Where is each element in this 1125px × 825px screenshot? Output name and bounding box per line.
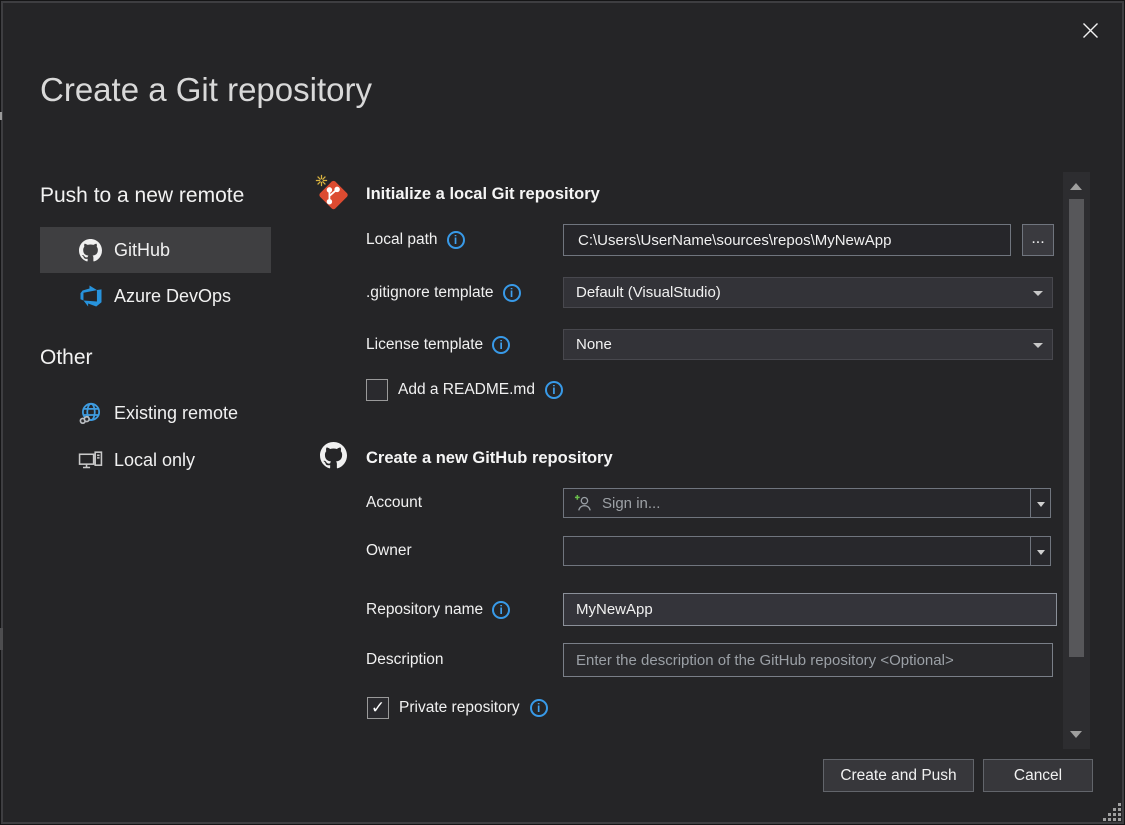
readme-checkbox[interactable] [366,379,388,401]
private-repository-checkbox[interactable]: ✓ [367,697,389,719]
sidebar-item-label: GitHub [114,240,170,261]
local-path-input[interactable] [563,224,1011,256]
dialog-surface: Create a Git repository Push to a new re… [1,1,1124,824]
resize-grip[interactable] [1103,802,1125,822]
description-label: Description [366,643,444,677]
chevron-down-icon [1033,291,1043,296]
scroll-down-icon[interactable] [1070,731,1082,738]
private-repository-row: ✓ Private repository i [367,697,548,719]
cancel-button[interactable]: Cancel [983,759,1093,792]
info-icon[interactable]: i [492,336,510,354]
sidebar-item-existing-remote[interactable]: Existing remote [40,391,271,435]
repository-name-label: Repository name i [366,593,510,626]
gitignore-template-label: .gitignore template i [366,277,521,308]
info-icon[interactable]: i [530,699,548,717]
sidebar-item-local-only[interactable]: Local only [40,438,271,482]
close-icon [1082,22,1099,39]
git-repository-icon [314,172,354,216]
other-heading: Other [40,346,93,370]
info-icon[interactable]: i [447,231,465,249]
info-icon[interactable]: i [503,284,521,302]
push-remote-heading: Push to a new remote [40,184,244,208]
readme-checkbox-row: Add a README.md i [366,379,563,401]
computer-icon [78,448,103,473]
repository-name-input[interactable] [563,593,1057,626]
private-repository-label: Private repository [399,699,520,717]
sidebar-item-label: Azure DevOps [114,286,231,307]
init-section-title: Initialize a local Git repository [366,185,600,204]
readme-label: Add a README.md [398,381,535,399]
chevron-down-icon [1037,502,1045,507]
add-user-icon [574,494,593,513]
close-button[interactable] [1075,15,1105,45]
sign-in-text: Sign in... [602,495,660,512]
sidebar-item-github[interactable]: GitHub [40,227,271,273]
github-icon [78,239,103,262]
license-template-label: License template i [366,329,510,360]
chevron-down-icon [1037,550,1045,555]
description-input[interactable] [563,643,1053,677]
info-icon[interactable]: i [545,381,563,399]
sidebar-item-azure-devops[interactable]: Azure DevOps [40,273,271,319]
local-path-label: Local path i [366,224,465,256]
owner-label: Owner [366,536,412,566]
scrollbar[interactable] [1063,172,1090,749]
window-edge-artifact [0,628,3,650]
window-edge-artifact [0,112,2,120]
browse-button[interactable]: ... [1022,224,1054,256]
azure-devops-icon [78,284,103,308]
globe-link-icon [78,401,103,426]
create-git-repository-dialog: Create a Git repository Push to a new re… [0,0,1125,825]
info-icon[interactable]: i [492,601,510,619]
github-section-title: Create a new GitHub repository [366,449,613,468]
github-section-icon [320,442,347,474]
chevron-down-icon [1033,343,1043,348]
scrollbar-thumb[interactable] [1069,199,1084,657]
sidebar-item-label: Existing remote [114,403,238,424]
owner-combo[interactable] [563,536,1051,566]
account-label: Account [366,488,422,518]
gitignore-template-select[interactable]: Default (VisualStudio) [563,277,1053,308]
license-template-select[interactable]: None [563,329,1053,360]
sidebar-item-label: Local only [114,450,195,471]
account-combo[interactable]: Sign in... [563,488,1051,518]
dialog-title: Create a Git repository [40,71,372,109]
scroll-up-icon[interactable] [1070,183,1082,190]
create-and-push-button[interactable]: Create and Push [823,759,974,792]
